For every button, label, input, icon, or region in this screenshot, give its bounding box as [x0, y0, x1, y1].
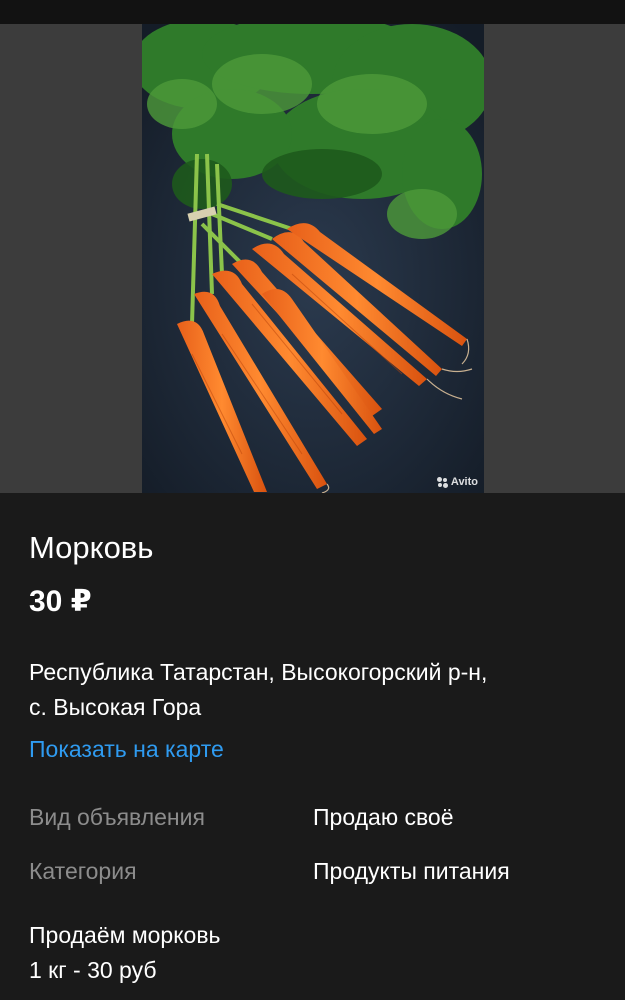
listing-photo[interactable]: Avito — [142, 24, 484, 493]
listing-description: Продаём морковь 1 кг - 30 руб — [29, 918, 221, 988]
param-value-category: Продукты питания — [313, 858, 510, 884]
param-value-ad-type: Продаю своё — [313, 804, 454, 830]
watermark-text: Avito — [450, 476, 478, 488]
address-line-2: с. Высокая Гора — [29, 694, 202, 720]
description-line-2: 1 кг - 30 руб — [29, 957, 157, 983]
show-on-map-link[interactable]: Показать на карте — [29, 736, 224, 763]
listing-address: Республика Татарстан, Высокогорский р-н,… — [29, 655, 599, 725]
param-label-ad-type: Вид объявления — [29, 804, 205, 830]
param-label-category: Категория — [29, 858, 137, 884]
status-bar — [0, 0, 625, 24]
avito-logo-icon — [436, 476, 448, 488]
listing-price: 30 ₽ — [29, 585, 92, 618]
address-line-1: Республика Татарстан, Высокогорский р-н, — [29, 659, 488, 685]
photo-gallery[interactable]: Avito — [0, 24, 625, 493]
carrots-image — [142, 24, 484, 493]
listing-title: Морковь — [29, 530, 154, 565]
avito-watermark: Avito — [436, 476, 478, 488]
description-line-1: Продаём морковь — [29, 922, 221, 948]
